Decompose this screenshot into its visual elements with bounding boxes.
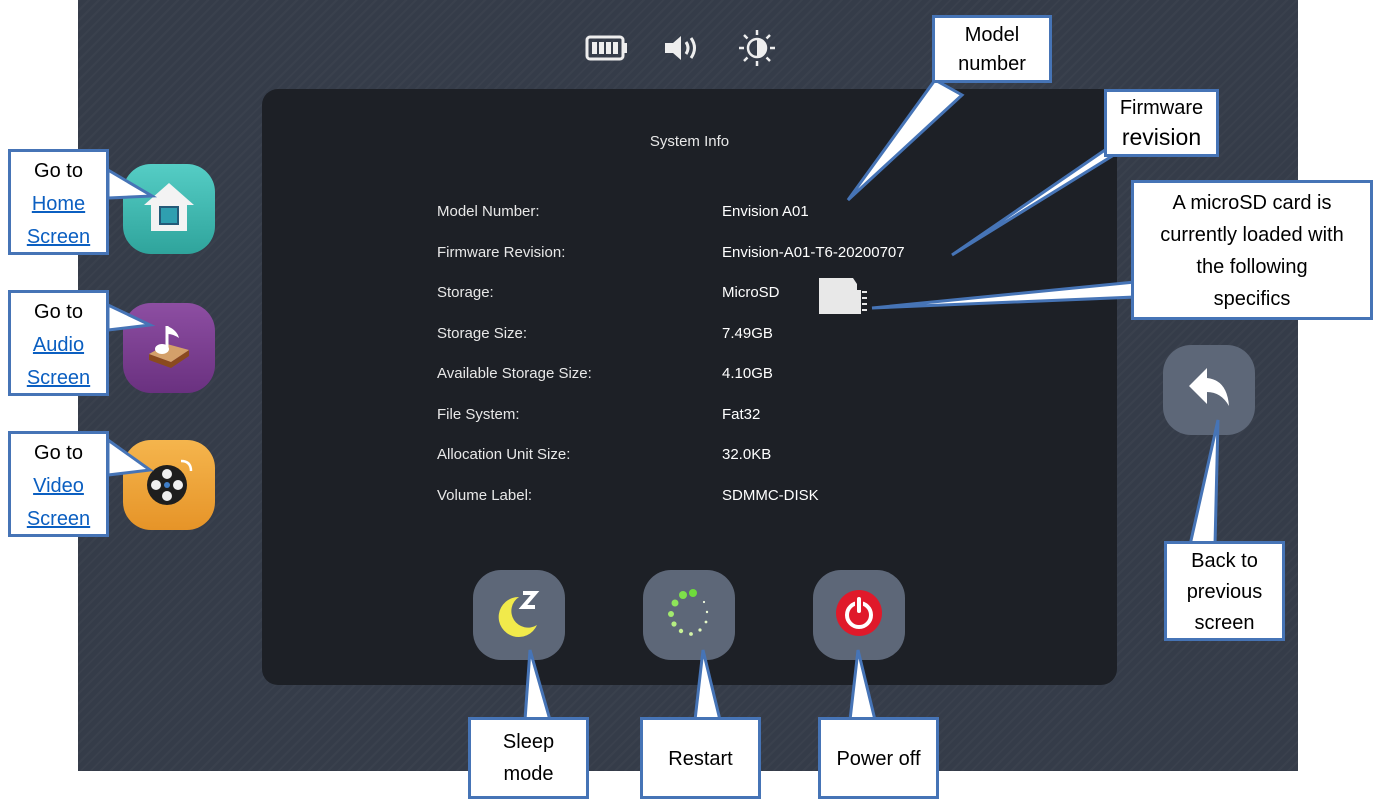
home-screen-link[interactable]: Home bbox=[32, 193, 85, 215]
callout-power: Power off bbox=[818, 717, 939, 799]
callout-sleep: Sleep mode bbox=[468, 717, 589, 799]
callout-home: Go to Home Screen bbox=[8, 149, 109, 255]
home-screen-link[interactable]: Screen bbox=[27, 226, 90, 248]
video-screen-link[interactable]: Video bbox=[33, 475, 84, 497]
video-screen-link[interactable]: Screen bbox=[27, 508, 90, 530]
callout-text: screen bbox=[1194, 612, 1255, 634]
callout-text: Sleep bbox=[502, 731, 555, 753]
callout-back: Back to previous screen bbox=[1164, 541, 1285, 641]
callout-restart: Restart bbox=[640, 717, 761, 799]
callout-text: Restart bbox=[668, 748, 733, 770]
audio-screen-link[interactable]: Screen bbox=[27, 367, 90, 389]
callout-model-number: Model number bbox=[932, 15, 1052, 83]
audio-screen-link[interactable]: Audio bbox=[33, 334, 84, 356]
callout-audio: Go to Audio Screen bbox=[8, 290, 109, 396]
callout-text: Model bbox=[964, 24, 1020, 46]
callout-video: Go to Video Screen bbox=[8, 431, 109, 537]
callout-firmware: Firmware revision bbox=[1104, 89, 1219, 157]
callout-text: Back to bbox=[1191, 550, 1258, 572]
callout-text: Firmware bbox=[1119, 97, 1204, 119]
callout-text: number bbox=[958, 53, 1026, 75]
callout-text: Go to bbox=[34, 301, 83, 323]
callout-text: currently loaded with bbox=[1160, 224, 1344, 246]
callout-text: Go to bbox=[34, 442, 83, 464]
callout-text: specifics bbox=[1213, 288, 1291, 310]
callout-text: previous bbox=[1186, 581, 1263, 603]
callout-microsd: A microSD card is currently loaded with … bbox=[1131, 180, 1373, 320]
callout-text: Power off bbox=[836, 748, 921, 770]
callout-text: Go to bbox=[34, 160, 83, 182]
callout-text: mode bbox=[503, 763, 554, 785]
callout-text: A microSD card is bbox=[1172, 192, 1332, 214]
callout-text: the following bbox=[1196, 256, 1308, 278]
callout-text: revision bbox=[1121, 124, 1202, 150]
